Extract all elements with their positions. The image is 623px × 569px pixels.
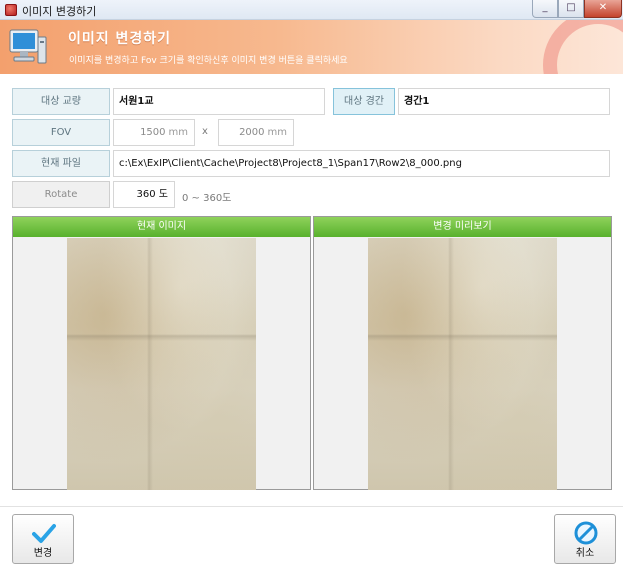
rotate-field[interactable]: 360 도 [113,181,175,208]
preview-image-header: 변경 미리보기 [314,217,611,237]
change-button[interactable]: 변경 [12,514,74,564]
fov-width-unit: mm [168,127,188,138]
file-path-field[interactable]: c:\Ex\ExIP\Client\Cache\Project8\Project… [113,150,610,177]
window-title: 이미지 변경하기 [22,5,97,18]
checkmark-icon [32,524,56,543]
fov-separator: x [202,126,208,137]
header-banner: 이미지 변경하기 이미지를 변경하고 Fov 크기를 확인하신후 이미지 변경 … [0,20,623,74]
maximize-button[interactable]: □ [558,0,584,18]
rotate-label: Rotate [12,181,110,208]
footer-divider [0,506,623,507]
rotate-unit: 도 [158,189,168,200]
app-icon [5,4,17,16]
fov-height-value: 2000 [239,127,265,138]
change-button-label: 변경 [33,548,53,559]
banner-decoration [543,20,623,74]
bridge-field[interactable]: 서원1교 [113,88,325,115]
fov-height-field[interactable]: 2000 mm [218,119,294,146]
bridge-label: 대상 교량 [12,88,110,115]
span-label: 대상 경간 [333,88,395,115]
fov-label: FOV [12,119,110,146]
minimize-button[interactable]: _ [532,0,558,18]
dialog-title: 이미지 변경하기 [68,31,172,47]
cancel-button[interactable]: 취소 [554,514,616,564]
preview-image [368,238,557,490]
fov-height-unit: mm [267,127,287,138]
preview-image-panel: 변경 미리보기 [313,216,612,490]
fov-width-field[interactable]: 1500 mm [113,119,195,146]
file-label: 현재 파일 [12,150,110,177]
close-button[interactable]: ✕ [584,0,622,18]
computer-icon [9,29,47,64]
rotate-range-hint: 0 ~ 360도 [182,193,232,204]
current-image [67,238,256,490]
span-field[interactable]: 경간1 [398,88,610,115]
rotate-value: 360 [136,189,156,200]
window-titlebar: 이미지 변경하기 _ □ ✕ [0,0,623,20]
cancel-button-label: 취소 [575,548,595,559]
current-image-panel: 현재 이미지 [12,216,311,490]
dialog-subtitle: 이미지를 변경하고 Fov 크기를 확인하신후 이미지 변경 버튼을 클릭하세요 [69,56,348,66]
fov-width-value: 1500 [140,127,166,138]
current-image-header: 현재 이미지 [13,217,310,237]
cancel-icon [574,521,598,545]
